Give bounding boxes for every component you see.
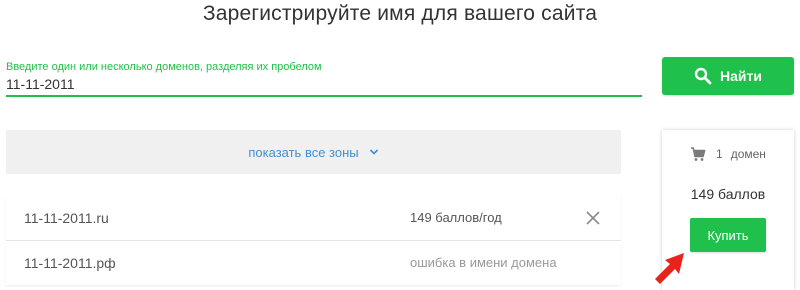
result-row: 11-11-2011.рф ошибка в имени домена — [6, 241, 621, 285]
search-button-label: Найти — [720, 68, 762, 84]
search-button[interactable]: Найти — [662, 57, 794, 95]
search-underline — [6, 95, 642, 97]
result-error: ошибка в имени домена — [410, 255, 557, 270]
pointer-arrow-icon — [655, 253, 684, 284]
result-domain: 11-11-2011.ru — [24, 210, 109, 226]
page-title: Зарегистрируйте имя для вашего сайта — [202, 2, 598, 25]
show-all-zones-link[interactable]: показать все зоны — [248, 145, 378, 160]
zones-panel: показать все зоны — [6, 130, 621, 174]
buy-button[interactable]: Купить — [690, 218, 766, 252]
cart-total: 149 баллов — [690, 186, 766, 202]
cart-count: 1 — [716, 147, 723, 161]
chevron-down-icon — [369, 147, 379, 157]
cart-icon — [690, 146, 706, 162]
result-price: 149 баллов/год — [410, 210, 502, 225]
cart-count-line: 1 домен — [690, 146, 766, 162]
search-icon — [694, 67, 712, 85]
result-row: 11-11-2011.ru 149 баллов/год — [6, 196, 621, 240]
show-all-zones-label: показать все зоны — [248, 144, 359, 160]
cart-count-unit: домен — [730, 147, 766, 161]
search-label: Введите один или несколько доменов, разд… — [6, 61, 322, 73]
search-input[interactable] — [6, 74, 640, 94]
result-domain: 11-11-2011.рф — [24, 255, 116, 271]
close-icon[interactable] — [586, 211, 600, 225]
